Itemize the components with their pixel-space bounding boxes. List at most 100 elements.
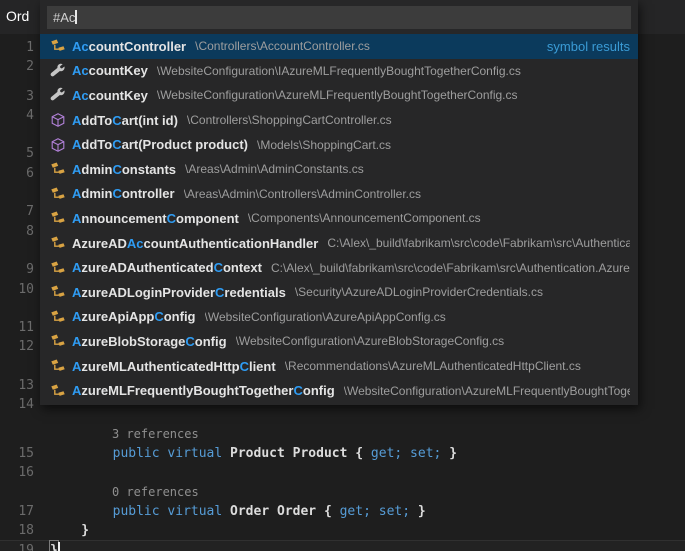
line-number: 9 xyxy=(0,260,34,279)
symbol-result-row[interactable]: AnnouncementComponent \Components\Announc… xyxy=(40,206,638,231)
vscode-window: Ord 12345678910111213143 references15 pu… xyxy=(0,0,685,551)
line-number: 16 xyxy=(0,463,34,482)
code-line[interactable]: 18 } xyxy=(0,521,685,540)
symbol-path: \Recommendations\AzureMLAuthenticatedHtt… xyxy=(285,359,581,373)
symbol-path: \Components\AnnouncementComponent.cs xyxy=(248,211,481,225)
code-line[interactable]: 17 public virtual Order Order { get; set… xyxy=(0,502,685,521)
symbol-path: \Models\ShoppingCart.cs xyxy=(257,138,391,152)
editor-spacer xyxy=(0,415,685,425)
symbol-result-row[interactable]: AzureApiAppConfig \WebsiteConfiguration\A… xyxy=(40,305,638,330)
codelens-references[interactable]: 3 references xyxy=(112,425,199,444)
code-line[interactable]: 16 xyxy=(0,463,685,482)
code-text: } xyxy=(50,541,60,551)
line-number: 19 xyxy=(0,541,34,551)
symbol-result-row[interactable]: AdminController \Areas\Admin\Controllers\… xyxy=(40,182,638,207)
symbol-path: C:\Alex\_build\fabrikam\src\code\Fabrika… xyxy=(271,261,630,275)
symbol-search-query: #Ac xyxy=(53,10,75,25)
symbol-label: AdminConstants xyxy=(72,162,176,177)
symbol-results-badge: symbol results xyxy=(537,39,630,54)
symbol-label: AddToCart(int id) xyxy=(72,113,178,128)
symbol-results-list: AccountController \Controllers\AccountCon… xyxy=(40,34,638,403)
symbol-result-row[interactable]: AddToCart(Product product) \Models\Shoppi… xyxy=(40,132,638,157)
codelens-line[interactable]: 0 references xyxy=(0,483,685,502)
symbol-label: AzureMLAuthenticatedHttpClient xyxy=(72,359,276,374)
symbol-result-row[interactable]: AzureADAccountAuthenticationHandler C:\Al… xyxy=(40,231,638,256)
method-icon xyxy=(50,137,66,153)
line-number: 8 xyxy=(0,222,34,241)
symbol-path: \Areas\Admin\AdminConstants.cs xyxy=(185,162,364,176)
symbol-result-row[interactable]: AzureADAuthenticatedContext C:\Alex\_buil… xyxy=(40,255,638,280)
symbol-result-row[interactable]: AzureMLFrequentlyBoughtTogetherConfig \We… xyxy=(40,378,638,403)
code-text: public virtual Order Order { get; set; } xyxy=(50,502,426,521)
symbol-path: \WebsiteConfiguration\AzureMLFrequentlyB… xyxy=(157,88,518,102)
class-icon xyxy=(50,284,66,300)
symbol-path: \Controllers\ShoppingCartController.cs xyxy=(187,113,392,127)
symbol-path: \Security\AzureADLoginProviderCredential… xyxy=(295,285,543,299)
line-number: 13 xyxy=(0,376,34,395)
symbol-label: AccountKey xyxy=(72,88,148,103)
method-icon xyxy=(50,112,66,128)
symbol-label: AddToCart(Product product) xyxy=(72,137,248,152)
line-number: 11 xyxy=(0,318,34,337)
symbol-result-row[interactable]: AzureMLAuthenticatedHttpClient \Recommend… xyxy=(40,354,638,379)
line-number: 3 xyxy=(0,87,34,106)
class-icon xyxy=(50,333,66,349)
symbol-label: AzureMLFrequentlyBoughtTogetherConfig xyxy=(72,383,335,398)
symbol-result-row[interactable]: AdminConstants \Areas\Admin\AdminConstant… xyxy=(40,157,638,182)
code-text: public virtual Product Product { get; se… xyxy=(50,444,457,463)
symbol-result-row[interactable]: AzureBlobStorageConfig \WebsiteConfigurat… xyxy=(40,329,638,354)
quickpick-input-wrap: #Ac xyxy=(40,0,638,34)
symbol-result-row[interactable]: AzureADLoginProviderCredentials \Security… xyxy=(40,280,638,305)
symbol-label: AzureADAuthenticatedContext xyxy=(72,260,262,275)
line-number: 1 xyxy=(0,38,34,57)
code-text: } xyxy=(50,521,89,540)
class-icon xyxy=(50,235,66,251)
line-number: 7 xyxy=(0,202,34,221)
symbol-label: AzureADLoginProviderCredentials xyxy=(72,285,286,300)
class-icon xyxy=(50,38,66,54)
line-number: 4 xyxy=(0,106,34,125)
class-icon xyxy=(50,186,66,202)
class-icon xyxy=(50,161,66,177)
symbol-result-row[interactable]: AccountKey \WebsiteConfiguration\AzureMLF… xyxy=(40,83,638,108)
symbol-path: \WebsiteConfiguration\AzureApiAppConfig.… xyxy=(205,310,446,324)
symbol-result-row[interactable]: AccountKey\WebsiteConfiguration\IAzureML… xyxy=(40,59,638,84)
symbol-path: \Areas\Admin\Controllers\AdminController… xyxy=(184,187,421,201)
line-number: 5 xyxy=(0,144,34,163)
line-number: 12 xyxy=(0,337,34,356)
text-cursor xyxy=(75,10,77,24)
symbol-path: C:\Alex\_build\fabrikam\src\code\Fabrika… xyxy=(327,236,630,250)
symbol-label: AdminController xyxy=(72,186,175,201)
symbol-path: \Controllers\AccountController.cs xyxy=(195,39,370,53)
symbol-label: AnnouncementComponent xyxy=(72,211,239,226)
class-icon xyxy=(50,210,66,226)
symbol-label: AzureApiAppConfig xyxy=(72,309,196,324)
class-icon xyxy=(50,383,66,399)
line-number: 17 xyxy=(0,502,34,521)
class-icon xyxy=(50,260,66,276)
editor-cursor xyxy=(58,542,60,551)
symbol-path: \WebsiteConfiguration\IAzureMLFrequently… xyxy=(157,64,521,78)
line-number: 18 xyxy=(0,521,34,540)
code-line[interactable]: 15 public virtual Product Product { get;… xyxy=(0,444,685,463)
line-number: 2 xyxy=(0,57,34,76)
codelens-line[interactable]: 3 references xyxy=(0,425,685,444)
line-number: 15 xyxy=(0,444,34,463)
editor-tab-label[interactable]: Ord xyxy=(0,0,29,24)
symbol-path: \WebsiteConfiguration\AzureBlobStorageCo… xyxy=(236,334,505,348)
wrench-icon xyxy=(50,63,66,79)
symbol-label: AzureBlobStorageConfig xyxy=(72,334,227,349)
symbol-result-row[interactable]: AddToCart(int id) \Controllers\ShoppingCa… xyxy=(40,108,638,133)
line-number: 10 xyxy=(0,280,34,299)
symbol-search-input[interactable]: #Ac xyxy=(47,6,631,29)
line-number: 14 xyxy=(0,395,34,414)
quickpick-panel: #Ac AccountController \Controllers\Accoun… xyxy=(40,0,638,405)
symbol-label: AccountController xyxy=(72,39,186,54)
codelens-references[interactable]: 0 references xyxy=(112,483,199,502)
symbol-label: AzureADAccountAuthenticationHandler xyxy=(72,236,318,251)
symbol-result-row[interactable]: AccountController \Controllers\AccountCon… xyxy=(40,34,638,59)
code-line[interactable]: 19} xyxy=(0,540,685,551)
class-icon xyxy=(50,309,66,325)
class-icon xyxy=(50,358,66,374)
symbol-path: \WebsiteConfiguration\AzureMLFrequentlyB… xyxy=(344,384,630,398)
